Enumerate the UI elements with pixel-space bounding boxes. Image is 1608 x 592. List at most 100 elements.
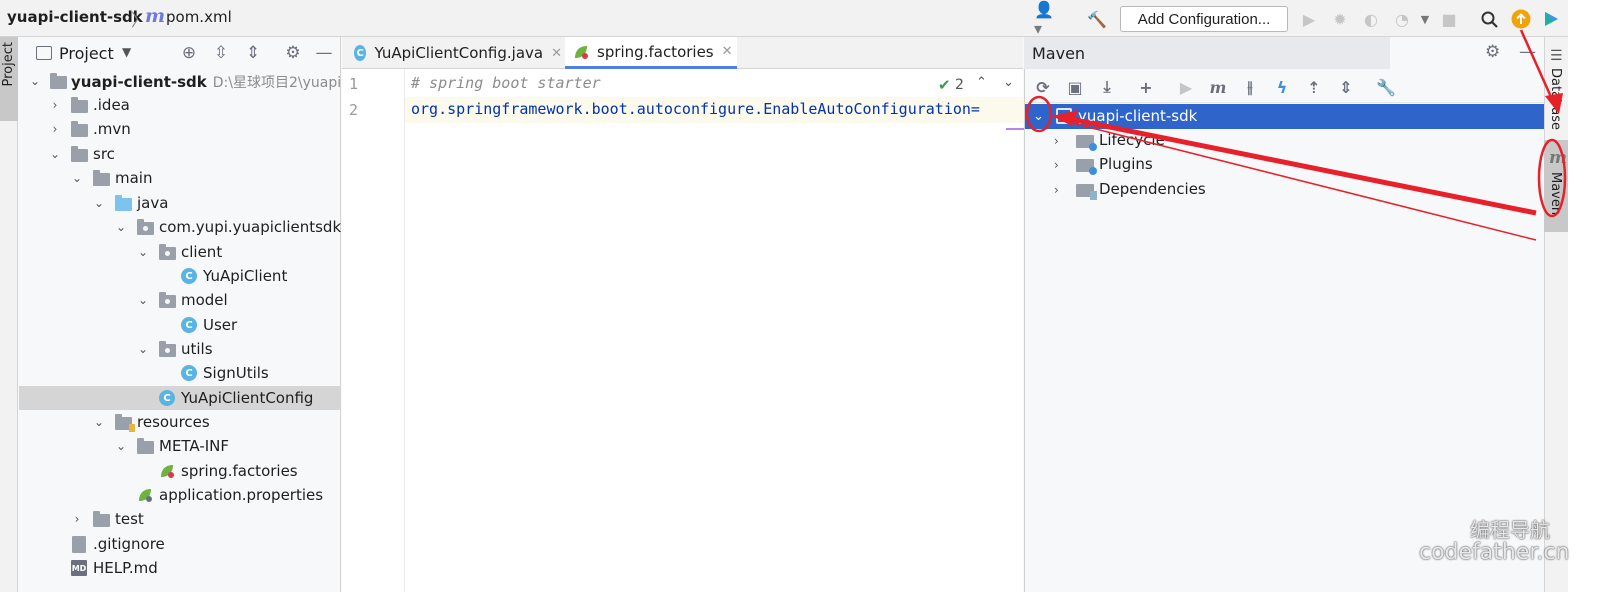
project-panel-title[interactable]: Project <box>59 44 114 63</box>
tree-item-idea[interactable]: › .idea <box>19 93 341 117</box>
chevron-up-icon[interactable]: ⌃ <box>976 75 987 90</box>
jetbrains-toolbox-icon[interactable] <box>1538 6 1564 32</box>
code-editor[interactable] <box>342 69 1023 592</box>
chevron-right-icon[interactable]: › <box>1054 183 1059 197</box>
tree-item-label: com.yupi.yuapiclientsdk <box>159 218 341 236</box>
build-hammer-icon[interactable]: 🔨 <box>1084 6 1110 32</box>
tree-item-client[interactable]: ⌄ client <box>19 240 341 264</box>
chevron-down-icon[interactable]: ⌄ <box>1033 109 1044 124</box>
chevron-down-icon[interactable]: ⌄ <box>93 415 105 429</box>
skip-tests-icon[interactable]: ϟ <box>1271 76 1293 98</box>
reload-icon[interactable]: ⟳ <box>1032 76 1054 98</box>
tree-item-main[interactable]: ⌄ main <box>19 166 341 190</box>
update-icon[interactable] <box>1508 6 1534 32</box>
code-line[interactable]: org.springframework.boot.autoconfigure.E… <box>411 100 980 118</box>
chevron-down-icon[interactable]: ⌄ <box>137 293 149 307</box>
chevron-down-icon[interactable]: ⌄ <box>1003 75 1014 90</box>
database-tool-window-label[interactable]: Database <box>1548 68 1563 130</box>
project-tool-window-label[interactable]: Project <box>1 42 16 86</box>
maven-m-icon[interactable]: m <box>1549 148 1567 168</box>
code-line[interactable]: # spring boot starter <box>411 74 601 92</box>
chevron-down-icon[interactable]: ⌄ <box>93 196 105 210</box>
coverage-icon[interactable]: ◐ <box>1358 6 1384 32</box>
tree-item-model[interactable]: ⌄ model <box>19 288 341 312</box>
chevron-down-icon[interactable]: ⌄ <box>115 439 127 453</box>
collapse-all-icon[interactable]: ⇕ <box>1335 76 1357 98</box>
chevron-right-icon[interactable]: › <box>1054 158 1059 172</box>
tree-item-signutils[interactable]: C SignUtils <box>19 361 341 385</box>
tree-item-package[interactable]: ⌄ com.yupi.yuapiclientsdk <box>19 215 341 239</box>
folder-icon <box>71 121 88 137</box>
run-icon[interactable]: ▶ <box>1296 6 1322 32</box>
inspection-count[interactable]: 2 <box>955 77 964 93</box>
tree-item-user[interactable]: C User <box>19 313 341 337</box>
tree-item-yuapiclient[interactable]: C YuApiClient <box>19 264 341 288</box>
tab-yuapiclientconfig-java[interactable]: C YuApiClientConfig.java ✕ <box>346 37 562 69</box>
tree-item-help-md[interactable]: MD HELP.md <box>19 556 341 580</box>
tree-item-root[interactable]: ⌄ yuapi-client-sdk D:\星球项目2\yuapi-c <box>19 69 341 93</box>
tree-item-yuapiclientconfig[interactable]: C YuApiClientConfig <box>19 386 341 410</box>
tree-item-gitignore[interactable]: .gitignore <box>19 532 341 556</box>
generate-sources-folder-icon[interactable]: ▣ <box>1064 76 1086 98</box>
tab-spring-factories[interactable]: spring.factories ✕ <box>565 37 737 69</box>
project-view-chevron-down-icon[interactable]: ▼ <box>122 45 131 59</box>
plugins-folder-icon <box>1076 159 1097 175</box>
chevron-down-icon[interactable]: ⌄ <box>29 74 41 88</box>
add-configuration-button[interactable]: Add Configuration... <box>1120 6 1288 32</box>
chevron-right-icon[interactable]: › <box>49 98 61 112</box>
maven-root-label[interactable]: yuapi-client-sdk <box>1078 107 1197 125</box>
tree-item-java[interactable]: ⌄ java <box>19 191 341 215</box>
expand-all-icon[interactable]: ⇳ <box>210 42 232 64</box>
database-icon[interactable]: ☰ <box>1550 48 1563 64</box>
close-icon[interactable]: ✕ <box>551 46 562 61</box>
user-icon[interactable]: 👤▾ <box>1034 0 1060 38</box>
maven-tool-window-label[interactable]: Maven <box>1548 172 1563 215</box>
gear-icon[interactable]: ⚙ <box>1485 42 1500 62</box>
tree-item-label: java <box>137 194 169 212</box>
tree-item-src[interactable]: ⌄ src <box>19 142 341 166</box>
chevron-down-icon[interactable]: ⌄ <box>49 147 61 161</box>
wrench-settings-icon[interactable]: 🔧 <box>1375 76 1397 98</box>
tab-label: YuApiClientConfig.java <box>374 44 544 62</box>
stop-icon[interactable]: ■ <box>1436 6 1462 32</box>
chevron-down-icon[interactable]: ⌄ <box>137 245 149 259</box>
tree-item-meta-inf[interactable]: ⌄ META-INF <box>19 434 341 458</box>
tree-item-application-properties[interactable]: application.properties <box>19 483 341 507</box>
chevron-right-icon[interactable]: › <box>71 512 83 526</box>
chevron-down-icon[interactable]: ⌄ <box>71 171 83 185</box>
search-icon[interactable] <box>1476 6 1502 32</box>
resources-folder-icon <box>115 414 135 432</box>
chevron-right-icon[interactable]: › <box>1054 134 1059 148</box>
chevron-right-icon[interactable]: › <box>49 122 61 136</box>
maven-tree-item-plugins[interactable]: Plugins <box>1099 155 1153 173</box>
inspection-check-icon[interactable]: ✔ <box>938 76 951 94</box>
tree-item-mvn[interactable]: › .mvn <box>19 117 341 141</box>
maven-tree-item-dependencies[interactable]: Dependencies <box>1099 180 1206 198</box>
hide-minimize-icon[interactable]: — <box>313 42 335 64</box>
maven-tree-item-lifecycle[interactable]: Lifecycle <box>1099 131 1165 149</box>
tab-label: spring.factories <box>597 42 714 61</box>
close-icon[interactable]: ✕ <box>722 44 733 59</box>
debug-icon[interactable]: ✹ <box>1327 6 1353 32</box>
run-icon[interactable]: ▶ <box>1175 76 1197 98</box>
breadcrumb-project[interactable]: yuapi-client-sdk <box>7 8 143 26</box>
breadcrumb-file[interactable]: pom.xml <box>166 8 232 26</box>
tree-item-label: META-INF <box>159 437 230 455</box>
chevron-down-icon[interactable]: ⌄ <box>137 342 149 356</box>
tree-item-resources[interactable]: ⌄ resources <box>19 410 341 434</box>
tree-item-spring-factories[interactable]: spring.factories <box>19 459 341 483</box>
chevron-down-icon[interactable]: ⌄ <box>115 220 127 234</box>
more-run-chevron-down-icon[interactable]: ▼ <box>1412 6 1438 32</box>
show-dependencies-icon[interactable]: ⇡ <box>1303 76 1325 98</box>
gear-icon[interactable]: ⚙ <box>282 42 304 64</box>
locate-crosshair-icon[interactable]: ⊕ <box>178 42 200 64</box>
tree-item-utils[interactable]: ⌄ utils <box>19 337 341 361</box>
file-icon <box>72 536 86 553</box>
add-icon[interactable]: + <box>1135 76 1157 98</box>
download-icon[interactable]: ⤓ <box>1096 76 1118 98</box>
collapse-all-icon[interactable]: ⇕ <box>242 42 264 64</box>
execute-goal-m-icon[interactable]: m <box>1207 76 1229 98</box>
hide-minimize-icon[interactable]: — <box>1519 42 1536 62</box>
tree-item-test[interactable]: › test <box>19 507 341 531</box>
toggle-offline-icon[interactable]: ⫲ <box>1239 76 1261 98</box>
